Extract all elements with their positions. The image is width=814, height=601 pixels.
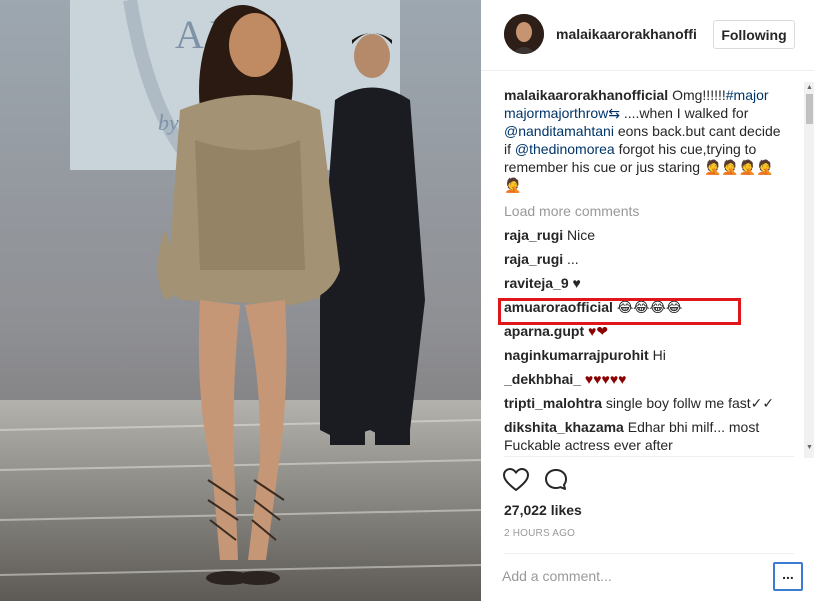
comment-icon[interactable] (544, 468, 570, 492)
heart-icon[interactable] (502, 467, 530, 492)
more-options-button[interactable]: ... (773, 562, 803, 591)
comment-username[interactable]: naginkumarrajpurohit (504, 347, 649, 363)
sign-sub: by (158, 110, 179, 135)
comment-item: naginkumarrajpurohit Hi (504, 346, 784, 364)
caption-mention-1[interactable]: @nanditamahtani (504, 123, 614, 139)
comment-item: _dekhbhai_ ♥♥♥♥♥ (504, 370, 784, 388)
comment-text: ♥❤ (588, 323, 609, 339)
runway-photo: A YA by (0, 0, 481, 601)
instagram-post-view: A YA by (0, 0, 814, 601)
add-comment-input[interactable] (502, 565, 742, 587)
caption-emoji: ⇆ (608, 105, 620, 121)
comment-item: raviteja_9 ♥ (504, 274, 784, 292)
comment-text: ♥♥♥♥♥ (584, 371, 627, 387)
highlight-annotation (498, 298, 741, 325)
divider (504, 456, 794, 457)
comment-text: Nice (567, 227, 596, 243)
comment-text: single boy follw me fast✓✓ (605, 395, 775, 411)
load-more-comments[interactable]: Load more comments (504, 202, 784, 220)
comment-text: ♥ (572, 275, 581, 291)
avatar-image (504, 14, 544, 54)
comment-item: dikshita_khazama Edhar bhi milf... most … (504, 418, 784, 454)
comment-item: tripti_malohtra single boy follw me fast… (504, 394, 784, 412)
scrollbar-thumb[interactable] (806, 94, 813, 124)
caption-text-2: ....when I walked for (619, 105, 749, 121)
comments-list: malaikaarorakhanofficial Omg!!!!!!#major… (504, 86, 784, 456)
comment-username[interactable]: raviteja_9 (504, 275, 569, 291)
likes-count[interactable]: 27,022 likes (504, 502, 582, 518)
comment-text: ... (567, 251, 579, 267)
comment-username[interactable]: tripti_malohtra (504, 395, 602, 411)
avatar[interactable] (504, 14, 544, 54)
following-button[interactable]: Following (713, 20, 795, 49)
scroll-down-icon[interactable]: ▼ (806, 444, 813, 451)
comment-username[interactable]: raja_rugi (504, 227, 563, 243)
caption-text-1: Omg!!!!!! (668, 87, 726, 103)
post-photo[interactable]: A YA by (0, 0, 481, 601)
header-username[interactable]: malaikaarorakhanofficial (556, 26, 696, 42)
comment-item: raja_rugi ... (504, 250, 784, 268)
post-timestamp[interactable]: 2 HOURS AGO (504, 528, 575, 539)
caption-mention-2[interactable]: @thedinomorea (515, 141, 615, 157)
comment-text: Hi (652, 347, 666, 363)
scroll-up-icon[interactable]: ▲ (806, 84, 813, 91)
divider (504, 553, 794, 554)
caption-username[interactable]: malaikaarorakhanofficial (504, 87, 668, 103)
comment-username[interactable]: dikshita_khazama (504, 419, 624, 435)
comment-username[interactable]: _dekhbhai_ (504, 371, 581, 387)
caption: malaikaarorakhanofficial Omg!!!!!!#major… (504, 86, 784, 194)
post-header: malaikaarorakhanofficial Following (481, 0, 814, 71)
comments-scrollbar[interactable] (804, 82, 814, 458)
comment-username[interactable]: aparna.gupt (504, 323, 584, 339)
comment-username[interactable]: raja_rugi (504, 251, 563, 267)
comment-item: raja_rugi Nice (504, 226, 784, 244)
